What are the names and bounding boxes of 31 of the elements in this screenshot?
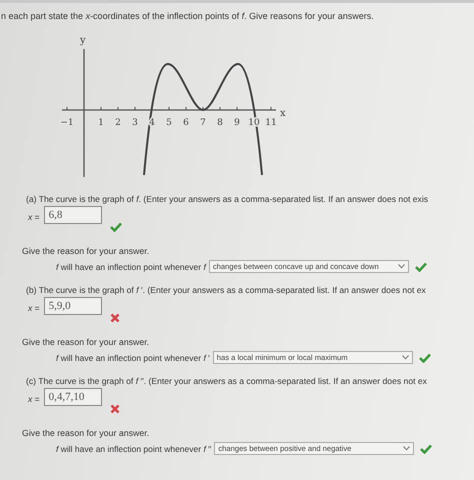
answer-field[interactable]: 6,8 — [44, 206, 102, 224]
x-axis-label: x — [280, 108, 286, 119]
reason-text: f will have an inflection point whenever f ′′ — [56, 444, 212, 454]
reason-text: f will have an inflection point whenever f ′ — [56, 352, 210, 362]
tick-label: −1 — [60, 118, 74, 128]
reason-text: f will have an inflection point whenever f — [56, 262, 206, 272]
answer-label: x = — [28, 303, 40, 313]
tick-label: 11 — [265, 118, 277, 128]
tick-label: 7 — [200, 118, 206, 128]
tick-label: 5 — [166, 118, 172, 128]
tick-label: 6 — [183, 118, 189, 128]
question-text: (c) The curve is the graph of f ′′. (Enter your answers as a comma-separated list. If an answer does not ex — [25, 376, 428, 386]
reason-heading: Give the reason for your answer. — [22, 337, 150, 347]
tick-label: 3 — [132, 118, 138, 128]
caret-icon — [402, 355, 409, 360]
answer-field[interactable]: 0,4,7,10 — [44, 388, 102, 406]
caret-icon — [403, 446, 410, 451]
tick-label: 9 — [234, 118, 240, 128]
answer-label: x = — [28, 212, 40, 222]
reason-heading: Give the reason for your answer. — [22, 428, 150, 438]
instructions-text: n each part state the x-coordinates of the inflection points of f. Give reasons for your answers. — [0, 11, 375, 23]
tick-label: 2 — [115, 118, 121, 128]
answer-field[interactable]: 5,9,0 — [44, 297, 102, 315]
answer-label: x = — [28, 394, 40, 404]
y-axis-label: y — [80, 35, 86, 46]
reason-heading: Give the reason for your answer. — [22, 246, 150, 256]
caret-icon — [398, 264, 405, 269]
question-text: (b) The curve is the graph of f ′. (Enter your answers as a comma-separated list. If an answer does not ex — [25, 285, 427, 295]
tick-label: 8 — [217, 118, 223, 128]
tick-label: 1 — [98, 118, 104, 128]
question-text: (a) The curve is the graph of f. (Enter your answers as a comma-separated list. If an answer does not exis — [25, 194, 430, 204]
